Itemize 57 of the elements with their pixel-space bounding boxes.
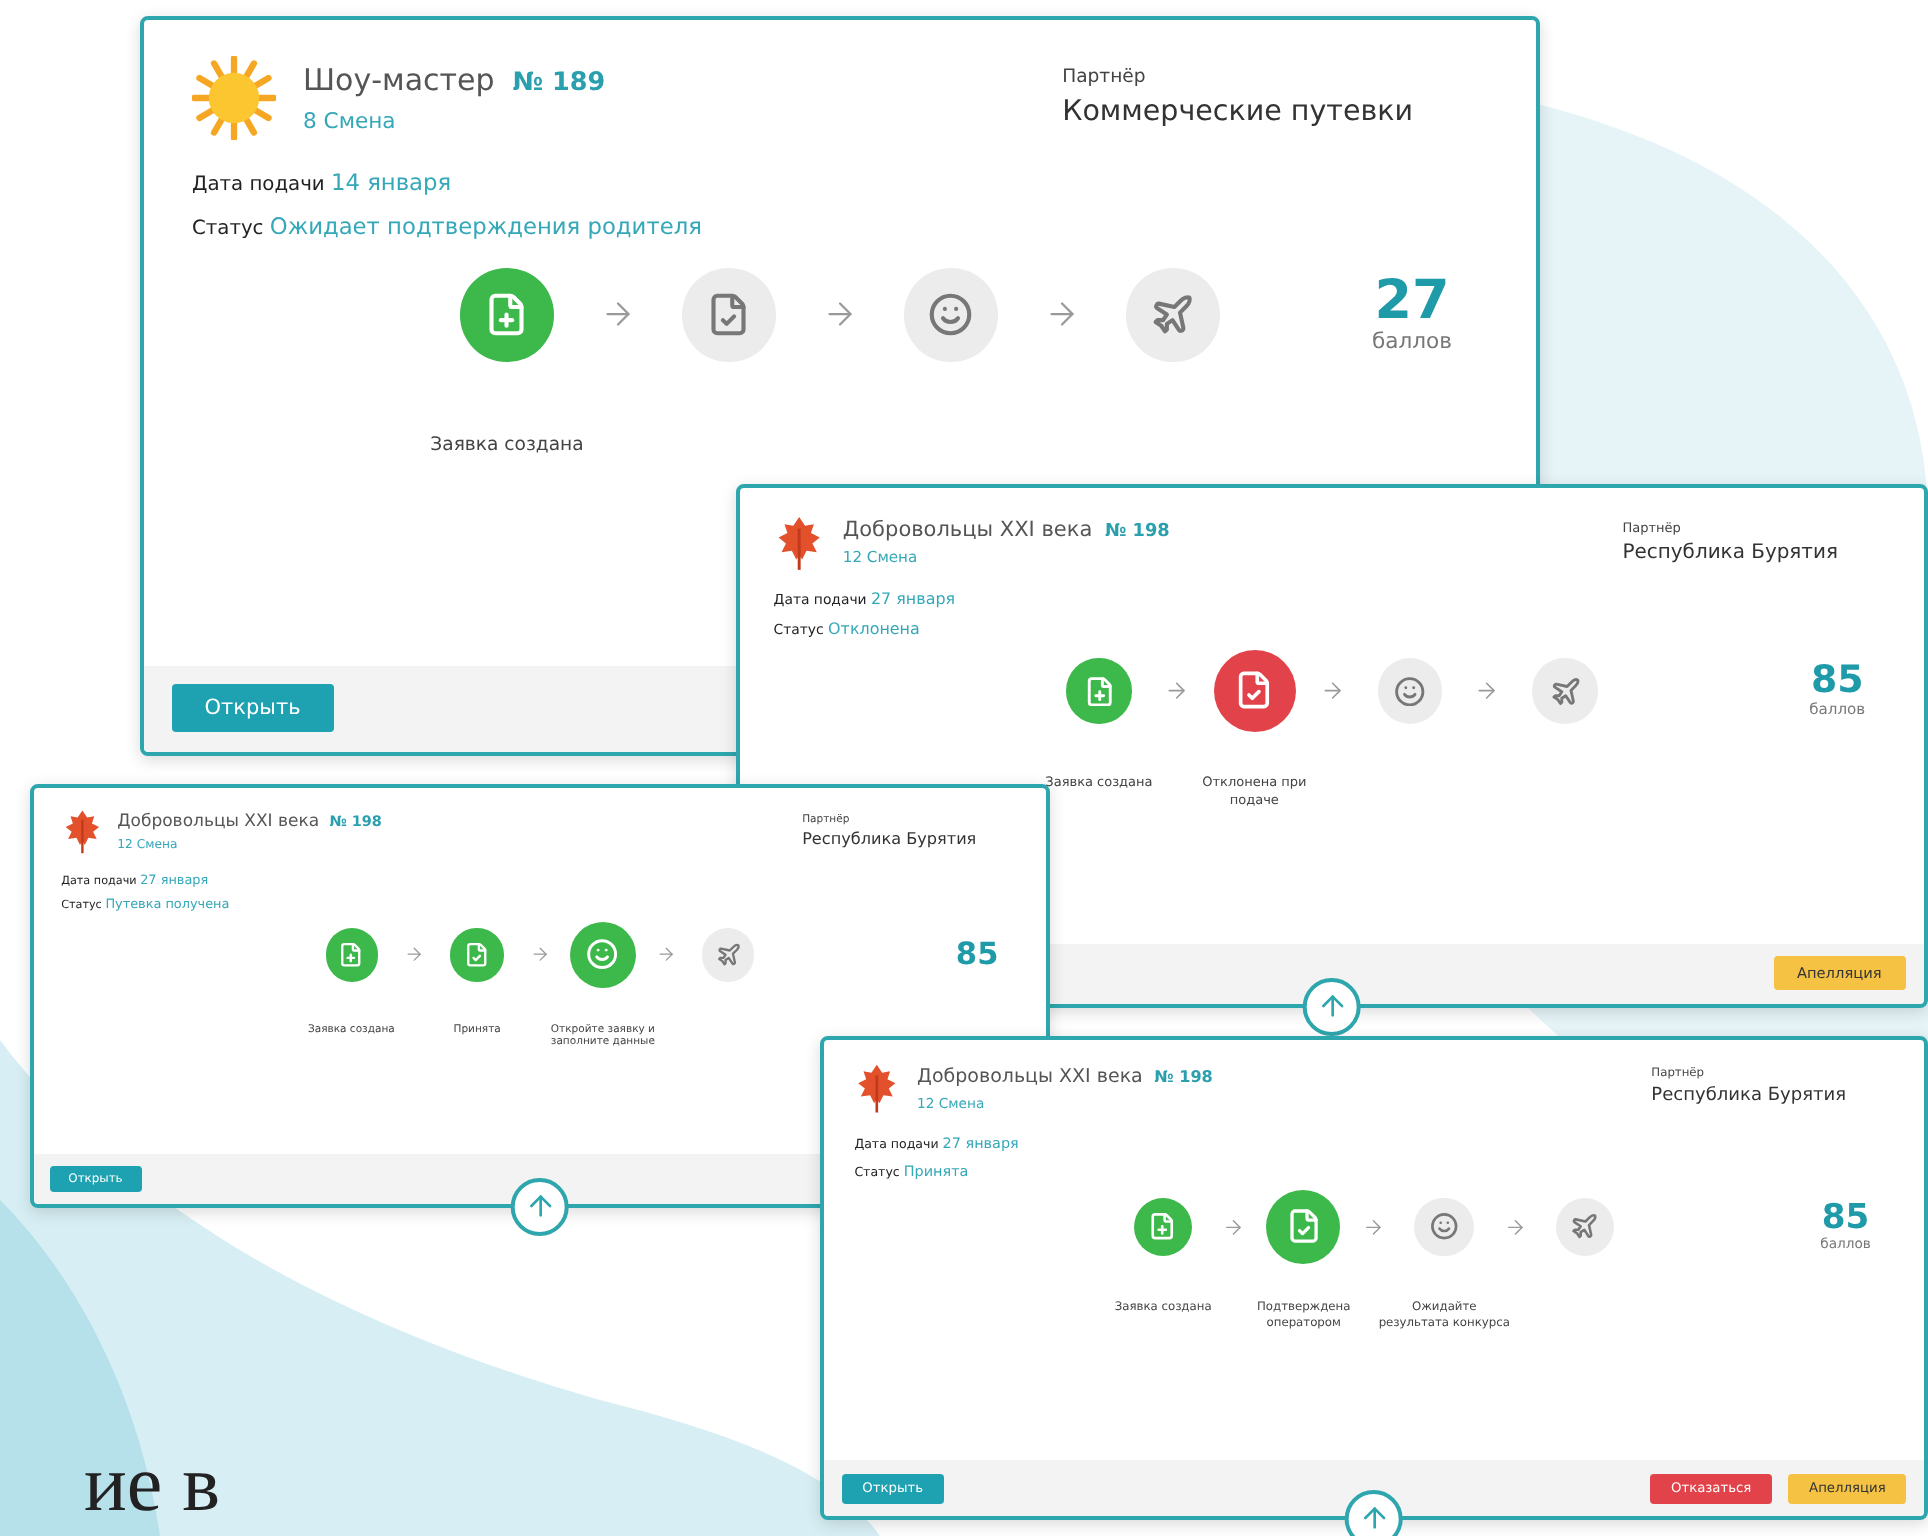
arrow-right-icon xyxy=(1222,1215,1245,1239)
file-plus-icon xyxy=(1148,1212,1178,1242)
score-value: 27 xyxy=(1374,274,1450,329)
collapse-toggle[interactable] xyxy=(510,1177,570,1236)
open-button[interactable]: Открыть xyxy=(171,684,335,733)
leaf-icon xyxy=(61,808,102,856)
shift-label: 8 Смена xyxy=(303,108,398,135)
program-title: Добровольцы XXI века xyxy=(117,811,320,832)
leaf-icon xyxy=(854,1062,900,1116)
score-label: баллов xyxy=(1371,328,1452,355)
smile-icon xyxy=(1393,675,1426,707)
program-title: Добровольцы XXI века xyxy=(917,1066,1143,1089)
application-status: Статус Ожидает подтверждения родителя xyxy=(192,211,704,240)
arrow-right-icon xyxy=(404,944,425,966)
file-plus-icon xyxy=(338,942,365,968)
arrow-right-icon xyxy=(1319,678,1345,704)
file-check-icon xyxy=(706,292,752,337)
arrow-right-icon xyxy=(529,944,551,966)
collapse-toggle[interactable] xyxy=(1344,1489,1404,1536)
arrow-up-icon xyxy=(1316,990,1348,1023)
partner-name: Республика Бурятия xyxy=(802,830,977,849)
application-number: № 198 xyxy=(1104,521,1170,542)
file-plus-icon xyxy=(1083,675,1115,707)
smile-icon xyxy=(1430,1212,1459,1242)
arrow-right-icon xyxy=(1362,1215,1386,1239)
arrow-up-icon xyxy=(1358,1502,1390,1535)
score-value: 85 xyxy=(955,939,999,971)
step-label: Заявка создана xyxy=(428,434,586,459)
leaf-icon xyxy=(773,513,824,572)
partner-label: Партнёр xyxy=(1062,65,1148,87)
plane-icon xyxy=(1150,292,1196,337)
plane-icon xyxy=(1570,1212,1600,1242)
file-plus-icon xyxy=(484,292,530,337)
partner-name: Республика Бурятия xyxy=(1651,1086,1847,1107)
plane-icon xyxy=(1549,675,1581,707)
partner-name: Республика Бурятия xyxy=(1622,541,1838,564)
smile-icon xyxy=(928,292,974,337)
sun-icon xyxy=(192,56,276,140)
slide-text: ие в xyxy=(84,1444,221,1524)
application-number: № 198 xyxy=(1154,1068,1213,1087)
partner-name: Коммерческие путевки xyxy=(1062,96,1413,128)
application-number: № 189 xyxy=(512,68,606,98)
smile-icon xyxy=(586,938,619,972)
arrow-right-icon xyxy=(1503,1215,1526,1239)
arrow-right-icon xyxy=(1164,678,1190,704)
score-value: 85 xyxy=(1810,662,1864,701)
score-value: 85 xyxy=(1821,1201,1870,1237)
submission-date: Дата подачи 14 января xyxy=(192,167,454,195)
file-check-icon xyxy=(1285,1208,1322,1246)
arrow-right-icon xyxy=(655,944,676,966)
arrow-right-icon xyxy=(1474,678,1500,704)
collapse-toggle[interactable] xyxy=(1302,977,1362,1036)
file-check-icon xyxy=(1234,670,1275,711)
file-check-icon xyxy=(464,942,490,968)
program-title: Добровольцы XXI века xyxy=(842,517,1093,542)
plane-icon xyxy=(715,942,742,968)
program-title: Шоу-мастер xyxy=(303,62,495,98)
